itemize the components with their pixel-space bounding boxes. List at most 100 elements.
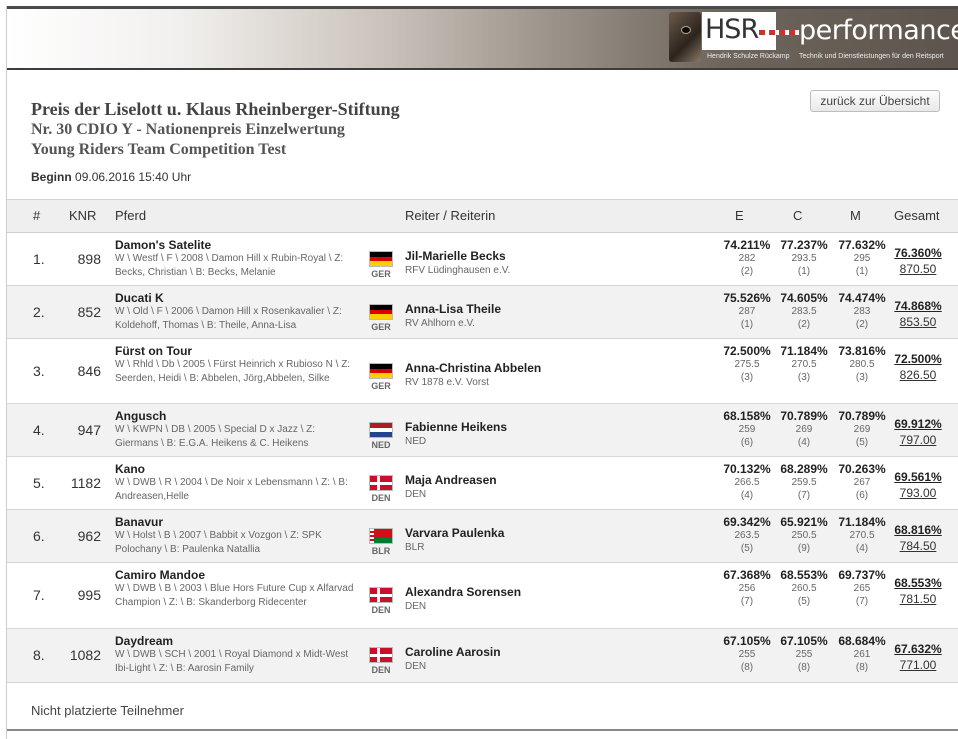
horse-info: W \ DWB \ B \ 2003 \ Blue Hors Future Cu… [115, 583, 354, 608]
score-c-rank: (2) [797, 319, 811, 330]
back-to-overview-button[interactable]: zurück zur Übersicht [810, 90, 940, 112]
total-score[interactable]: 67.632% 771.00 [889, 642, 947, 672]
total-points-link[interactable]: 826.50 [889, 368, 947, 382]
total-pct-link[interactable]: 69.561% [889, 470, 947, 484]
logo-tagline-right: Technik und Dienstleistungen für den Rei… [799, 53, 944, 60]
horse-name: Banavur [115, 515, 164, 529]
row-rank: 2. [33, 304, 45, 320]
rider-club: NED [405, 436, 427, 447]
total-points-link[interactable]: 784.50 [889, 539, 947, 553]
nation-code: NED [371, 440, 391, 450]
total-pct-link[interactable]: 74.868% [889, 299, 947, 313]
score-m-rank: (6) [855, 490, 869, 501]
rider-name: Maja Andreasen [405, 473, 497, 487]
total-points-link[interactable]: 781.50 [889, 592, 947, 606]
rider-club: DEN [405, 661, 427, 672]
score-e-pct: 67.105% [723, 634, 771, 648]
score-m-rank: (1) [855, 266, 869, 277]
score-m-points: 267 [853, 477, 871, 488]
unplaced-heading: Nicht platzierte Teilnehmer [31, 703, 184, 718]
horse-name: Ducati K [115, 291, 164, 305]
horse-cell: Angusch W \ KWPN \ DB \ 2005 \ Special D… [115, 409, 357, 451]
total-score[interactable]: 72.500% 826.50 [889, 352, 947, 382]
row-rank: 4. [33, 422, 45, 438]
total-score[interactable]: 68.553% 781.50 [889, 576, 947, 606]
score-e-rank: (1) [740, 319, 754, 330]
total-pct-link[interactable]: 76.360% [889, 246, 947, 260]
score-e-points: 256 [738, 583, 756, 594]
score-m-pct: 68.684% [838, 634, 886, 648]
horse-info: W \ DWB \ SCH \ 2001 \ Royal Diamond x M… [115, 649, 349, 674]
score-e: 68.158% 259 (6) [719, 409, 775, 449]
total-score[interactable]: 69.561% 793.00 [889, 470, 947, 500]
total-points-link[interactable]: 853.50 [889, 315, 947, 329]
total-score[interactable]: 69.912% 797.00 [889, 417, 947, 447]
score-m-pct: 77.632% [838, 238, 886, 252]
col-knr: KNR [69, 208, 97, 223]
rider-cell: Anna-Christina Abbelen RV 1878 e.V. Vors… [405, 361, 705, 388]
score-c: 68.553% 260.5 (5) [776, 568, 832, 608]
rider-club: RV Ahlhorn e.V. [405, 318, 476, 329]
total-points-link[interactable]: 797.00 [889, 433, 947, 447]
row-rank: 6. [33, 528, 45, 544]
total-score[interactable]: 76.360% 870.50 [889, 246, 947, 276]
total-score[interactable]: 68.816% 784.50 [889, 523, 947, 553]
nation-code: GER [371, 381, 391, 391]
score-m-rank: (8) [855, 662, 869, 673]
col-rider: Reiter / Reiterin [405, 208, 496, 223]
score-e-rank: (6) [740, 437, 754, 448]
total-pct-link[interactable]: 69.912% [889, 417, 947, 431]
table-row: 4. 947 Angusch W \ KWPN \ DB \ 2005 \ Sp… [7, 404, 958, 457]
total-pct-link[interactable]: 68.553% [889, 576, 947, 590]
score-e-points: 263.5 [734, 530, 760, 541]
col-total: Gesamt [894, 208, 940, 223]
nation-code: BLR [371, 546, 391, 556]
row-rank: 3. [33, 363, 45, 379]
total-pct-link[interactable]: 68.816% [889, 523, 947, 537]
score-c-pct: 67.105% [780, 634, 828, 648]
score-e-rank: (4) [740, 490, 754, 501]
score-m-points: 261 [853, 649, 871, 660]
nation-flag-icon [369, 647, 393, 663]
total-pct-link[interactable]: 67.632% [889, 642, 947, 656]
total-points-link[interactable]: 793.00 [889, 486, 947, 500]
nation-code: GER [371, 269, 391, 279]
score-m-rank: (5) [855, 437, 869, 448]
rider-cell: Caroline Aarosin DEN [405, 645, 705, 672]
rider-cell: Varvara Paulenka BLR [405, 526, 705, 553]
score-c: 74.605% 283.5 (2) [776, 291, 832, 331]
score-m-points: 270.5 [849, 530, 875, 541]
event-subtitle-1: Nr. 30 CDIO Y - Nationenpreis Einzelwert… [31, 121, 345, 138]
score-e-pct: 72.500% [723, 344, 771, 358]
total-score[interactable]: 74.868% 853.50 [889, 299, 947, 329]
score-e: 67.105% 255 (8) [719, 634, 775, 674]
total-points-link[interactable]: 870.50 [889, 262, 947, 276]
total-pct-link[interactable]: 72.500% [889, 352, 947, 366]
rider-club: DEN [405, 601, 427, 612]
nation-flag-icon [369, 528, 393, 544]
score-m-pct: 74.474% [838, 291, 886, 305]
score-c-pct: 71.184% [780, 344, 828, 358]
score-c-rank: (7) [797, 490, 811, 501]
score-c: 68.289% 259.5 (7) [776, 462, 832, 502]
rider-name: Jil-Marielle Becks [405, 249, 506, 263]
row-knr: 846 [77, 363, 101, 379]
horse-cell: Camiro Mandoe W \ DWB \ B \ 2003 \ Blue … [115, 568, 357, 610]
horse-cell: Damon's Satelite W \ Westf \ F \ 2008 \ … [115, 238, 357, 280]
rider-cell: Fabienne Heikens NED [405, 420, 705, 447]
col-c: C [793, 208, 803, 223]
score-e-points: 287 [738, 306, 756, 317]
score-c-pct: 77.237% [780, 238, 828, 252]
begin-info: Beginn 09.06.2016 15:40 Uhr [31, 170, 191, 184]
rider-name: Varvara Paulenka [405, 526, 505, 540]
row-knr: 995 [77, 587, 101, 603]
score-c-points: 259.5 [791, 477, 817, 488]
score-m-pct: 69.737% [838, 568, 886, 582]
nation-code: DEN [371, 665, 391, 675]
score-m: 71.184% 270.5 (4) [834, 515, 890, 555]
total-points-link[interactable]: 771.00 [889, 658, 947, 672]
col-m: M [850, 208, 861, 223]
score-c-pct: 65.921% [780, 515, 828, 529]
rider-name: Alexandra Sorensen [405, 585, 522, 599]
score-e-pct: 69.342% [723, 515, 771, 529]
